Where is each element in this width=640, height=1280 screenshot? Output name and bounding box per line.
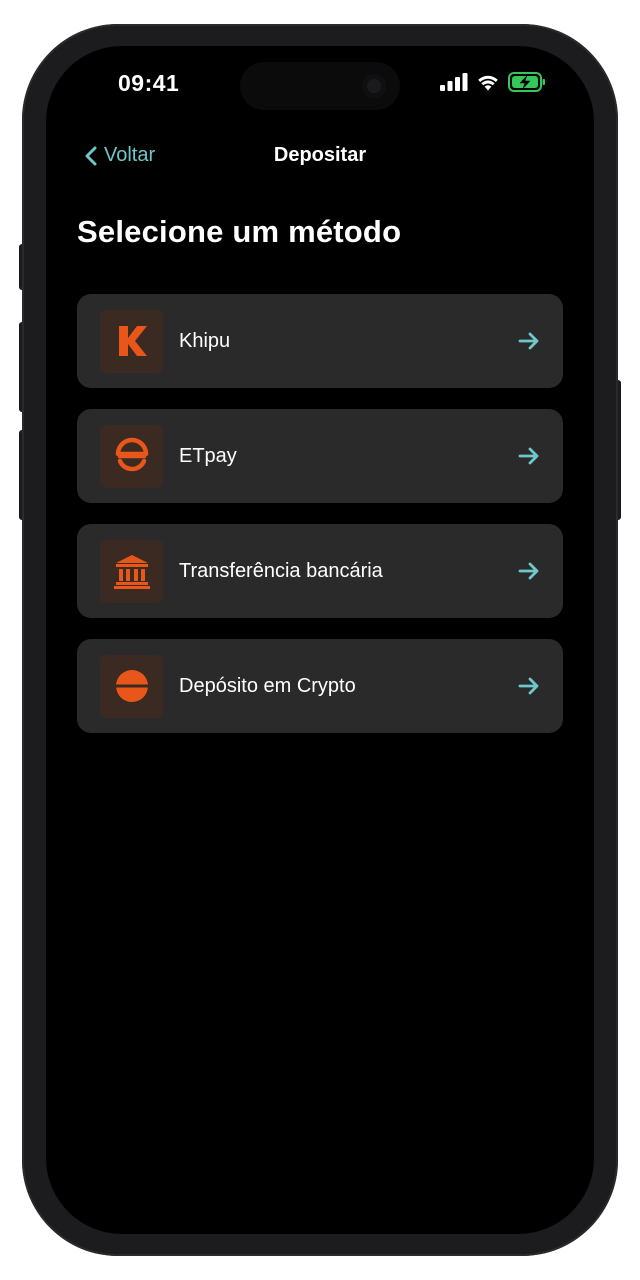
crypto-icon xyxy=(100,654,163,718)
wifi-icon xyxy=(478,75,498,91)
arrow-right-icon xyxy=(518,332,539,350)
phone-screen: 09:41 Voltar Depositar Selecione um méto… xyxy=(46,46,594,1234)
front-camera xyxy=(362,74,386,98)
dynamic-island xyxy=(240,62,400,110)
method-label: ETpay xyxy=(179,444,237,467)
bank-icon xyxy=(100,539,163,603)
khipu-logo-icon xyxy=(100,309,163,373)
method-khipu[interactable]: Khipu xyxy=(77,294,563,388)
method-crypto[interactable]: Depósito em Crypto xyxy=(77,639,563,733)
arrow-right-icon xyxy=(518,562,539,580)
cellular-signal-icon xyxy=(440,73,468,91)
method-label: Khipu xyxy=(179,329,231,352)
payment-method-list: Khipu ETpay Transferência bancária Depós… xyxy=(77,294,563,733)
nav-title: Depositar xyxy=(273,144,367,166)
battery-charging-icon xyxy=(508,72,545,92)
method-bank-transfer[interactable]: Transferência bancária xyxy=(77,524,563,618)
method-label: Depósito em Crypto xyxy=(179,674,356,697)
status-icons xyxy=(440,72,546,92)
method-label: Transferência bancária xyxy=(179,559,383,582)
page-title: Selecione um método xyxy=(77,214,402,249)
arrow-right-icon xyxy=(518,447,539,465)
status-time: 09:41 xyxy=(118,70,180,96)
arrow-right-icon xyxy=(518,677,539,695)
method-etpay[interactable]: ETpay xyxy=(77,409,563,503)
etpay-logo-icon xyxy=(100,424,163,488)
